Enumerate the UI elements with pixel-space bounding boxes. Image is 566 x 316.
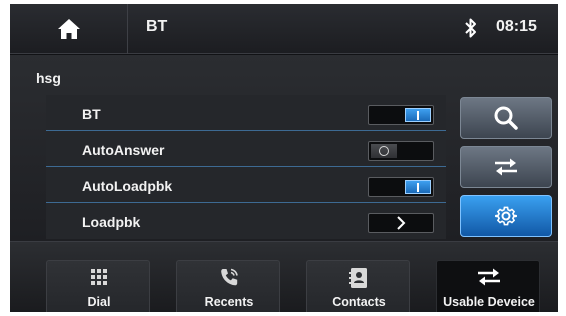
phone-call-icon bbox=[221, 268, 238, 286]
bt-screen: BT 08:15 hsg BT AutoAnswer AutoLoadpbk L… bbox=[10, 4, 558, 312]
tab-label: Dial bbox=[87, 295, 111, 309]
autoanswer-toggle[interactable] bbox=[368, 141, 434, 161]
swap-arrows-icon bbox=[495, 158, 517, 176]
device-name: hsg bbox=[36, 70, 61, 86]
tab-dial[interactable]: Dial bbox=[46, 260, 150, 312]
autoloadpbk-toggle[interactable] bbox=[368, 177, 434, 197]
loadpbk-button[interactable] bbox=[368, 213, 434, 233]
bt-settings-panel: hsg BT AutoAnswer AutoLoadpbk Loadpbk bbox=[10, 55, 558, 241]
home-icon bbox=[57, 19, 80, 39]
top-bar: BT 08:15 bbox=[10, 4, 558, 54]
setting-label: BT bbox=[82, 106, 101, 122]
settings-list: BT AutoAnswer AutoLoadpbk Loadpbk bbox=[46, 95, 446, 239]
setting-row-autoloadpbk: AutoLoadpbk bbox=[46, 167, 446, 203]
clock: 08:15 bbox=[496, 18, 537, 35]
setting-label: Loadpbk bbox=[82, 214, 141, 230]
settings-button[interactable] bbox=[460, 195, 552, 237]
keypad-icon bbox=[91, 269, 107, 285]
swap-arrows-icon bbox=[478, 268, 500, 286]
setting-row-bt: BT bbox=[46, 95, 446, 131]
search-icon bbox=[494, 106, 518, 130]
gear-icon bbox=[495, 206, 517, 226]
setting-row-autoanswer: AutoAnswer bbox=[46, 131, 446, 167]
setting-label: AutoLoadpbk bbox=[82, 178, 173, 194]
swap-device-button[interactable] bbox=[460, 146, 552, 188]
tab-usable-device[interactable]: Usable Deveice bbox=[436, 260, 540, 312]
bluetooth-icon bbox=[465, 18, 476, 38]
bottom-tab-bar: Dial Recents Contacts Usable Deveice bbox=[10, 241, 558, 312]
tab-recents[interactable]: Recents bbox=[176, 260, 280, 312]
tab-contacts[interactable]: Contacts bbox=[306, 260, 410, 312]
chevron-right-icon bbox=[397, 216, 406, 230]
home-button[interactable] bbox=[10, 4, 128, 54]
setting-label: AutoAnswer bbox=[82, 142, 165, 158]
search-button[interactable] bbox=[460, 97, 552, 139]
contact-card-icon bbox=[349, 268, 367, 288]
tab-label: Usable Deveice bbox=[443, 295, 535, 309]
bt-toggle[interactable] bbox=[368, 105, 434, 125]
setting-row-loadpbk: Loadpbk bbox=[46, 203, 446, 239]
tab-label: Contacts bbox=[332, 295, 386, 309]
page-title: BT bbox=[146, 18, 168, 35]
tab-label: Recents bbox=[204, 295, 254, 309]
